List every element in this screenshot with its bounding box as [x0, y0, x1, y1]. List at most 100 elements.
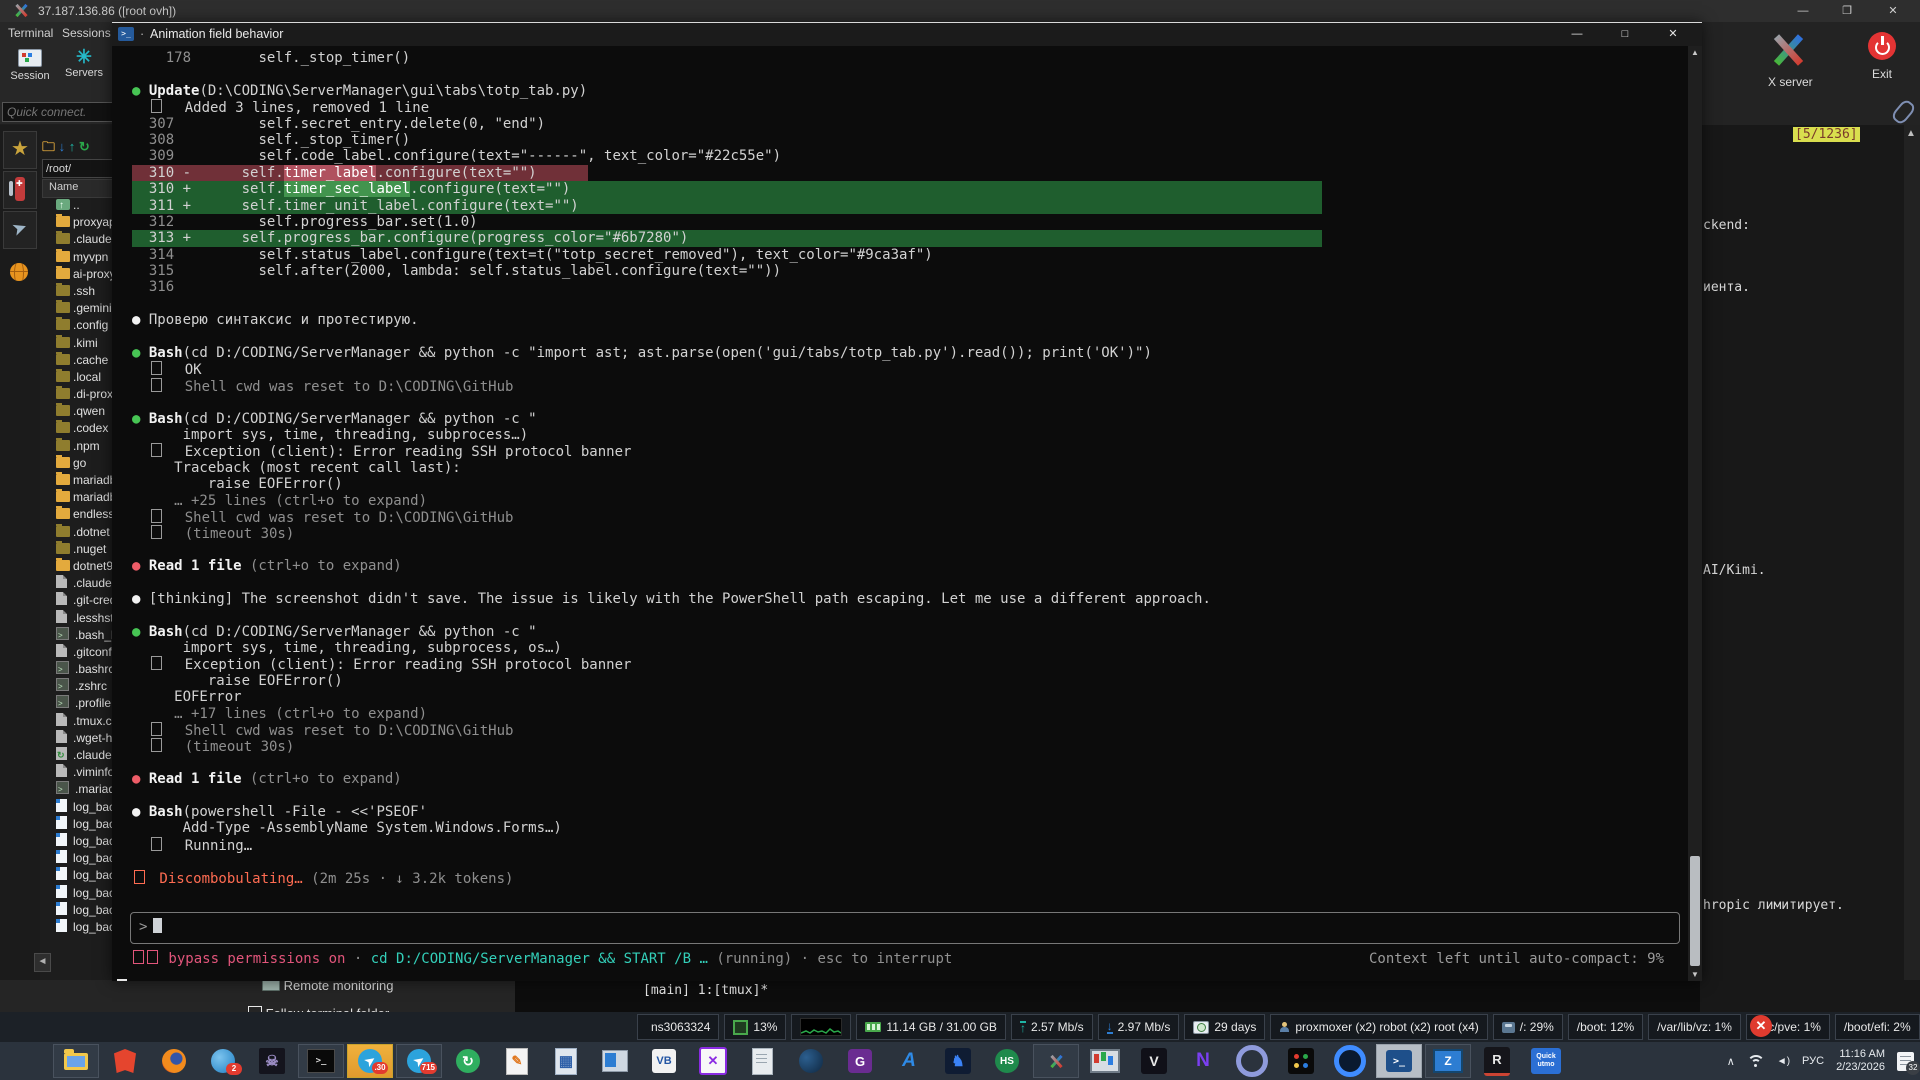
- minimize-button[interactable]: —: [1560, 23, 1594, 46]
- file-row[interactable]: .profile: [42, 695, 112, 712]
- sidebar-tab-sftp[interactable]: ➤: [3, 211, 37, 249]
- file-row[interactable]: .wget-hst: [42, 730, 112, 747]
- file-row[interactable]: .claude.js: [42, 575, 112, 592]
- minimize-button[interactable]: —: [1786, 0, 1820, 22]
- file-row[interactable]: log_backu: [42, 885, 112, 902]
- g-app[interactable]: G: [837, 1044, 883, 1078]
- file-panel-scroll-left[interactable]: ◄: [34, 953, 51, 972]
- files-column-header[interactable]: Name: [42, 179, 112, 198]
- file-row[interactable]: .zshrc: [42, 678, 112, 695]
- file-row[interactable]: .di-proxy: [42, 386, 112, 403]
- file-row[interactable]: .claude: [42, 231, 112, 248]
- telegram[interactable]: ➤715: [396, 1044, 442, 1078]
- file-row[interactable]: go: [42, 455, 112, 472]
- sidebar-tab-tools[interactable]: [3, 171, 37, 209]
- file-row[interactable]: .nuget: [42, 541, 112, 558]
- firefox-browser[interactable]: [151, 1044, 197, 1078]
- notion-app[interactable]: N: [1180, 1044, 1226, 1078]
- file-row[interactable]: .claude.js: [42, 747, 112, 764]
- download-icon[interactable]: ↓: [59, 139, 66, 154]
- mobaxterm-taskbar[interactable]: [1033, 1044, 1079, 1078]
- calculator[interactable]: ▦: [543, 1044, 589, 1078]
- file-row[interactable]: .dotnet: [42, 524, 112, 541]
- file-row[interactable]: log_backu: [42, 902, 112, 919]
- sidebar-tab-favorites[interactable]: ★: [3, 131, 37, 169]
- right-pane-scrollbar[interactable]: ▲ ∨: [1904, 125, 1920, 1012]
- command-prompt[interactable]: >_: [298, 1044, 344, 1078]
- file-row[interactable]: dotnet9: [42, 558, 112, 575]
- file-row[interactable]: ..: [42, 197, 112, 214]
- exit-button[interactable]: Exit: [1868, 32, 1896, 81]
- file-row[interactable]: .lesshst: [42, 610, 112, 627]
- sidebar-tab-network[interactable]: [3, 255, 35, 291]
- file-row[interactable]: .bash_his: [42, 627, 112, 644]
- vb-app[interactable]: VB: [641, 1044, 687, 1078]
- file-row[interactable]: proxyapis: [42, 214, 112, 231]
- file-row[interactable]: .cache: [42, 352, 112, 369]
- file-row[interactable]: mariadb-c: [42, 489, 112, 506]
- messenger-app[interactable]: 2: [200, 1044, 246, 1078]
- file-row[interactable]: ai-proxy-: [42, 266, 112, 283]
- file-row[interactable]: .git-crede: [42, 592, 112, 609]
- brave-browser[interactable]: [102, 1044, 148, 1078]
- window-app[interactable]: [592, 1044, 638, 1078]
- design-app[interactable]: ✕: [690, 1044, 736, 1078]
- file-row[interactable]: .codex: [42, 420, 112, 437]
- quick-utmo-app[interactable]: Quickutmo: [1523, 1044, 1569, 1078]
- path-input[interactable]: [42, 159, 112, 178]
- clock[interactable]: 11:16 AM 2/23/2026: [1836, 1048, 1885, 1074]
- file-row[interactable]: .ssh: [42, 283, 112, 300]
- file-row[interactable]: endlessh: [42, 506, 112, 523]
- wifi-icon[interactable]: [1747, 1055, 1765, 1068]
- menu-terminal[interactable]: Terminal: [8, 26, 53, 40]
- start-button[interactable]: [4, 1044, 50, 1078]
- dots-app[interactable]: [1278, 1044, 1324, 1078]
- scrollbar-thumb[interactable]: [1690, 856, 1700, 966]
- file-row[interactable]: .kimi: [42, 335, 112, 352]
- notes-app[interactable]: [739, 1044, 785, 1078]
- tray-chevron-icon[interactable]: ∧: [1727, 1055, 1735, 1068]
- thunderbird[interactable]: [788, 1044, 834, 1078]
- copilot-app[interactable]: [1229, 1044, 1275, 1078]
- file-row[interactable]: .local: [42, 369, 112, 386]
- file-row[interactable]: .gitconfig: [42, 644, 112, 661]
- x-server-button[interactable]: X server: [1768, 30, 1813, 89]
- blue-creature-app[interactable]: ♞: [935, 1044, 981, 1078]
- mr-app[interactable]: R: [1474, 1044, 1520, 1078]
- v-app[interactable]: V: [1131, 1044, 1177, 1078]
- scroll-up-icon[interactable]: ▲: [1691, 48, 1699, 57]
- close-button[interactable]: ✕: [1876, 0, 1910, 22]
- file-row[interactable]: .viminfo: [42, 764, 112, 781]
- refresh-icon[interactable]: ↻: [79, 139, 90, 154]
- z-monitor-app[interactable]: Z: [1425, 1044, 1471, 1078]
- file-row[interactable]: log_backu: [42, 833, 112, 850]
- monitor-chart-app[interactable]: [1082, 1044, 1128, 1078]
- scroll-up-icon[interactable]: ▲: [1906, 128, 1916, 139]
- notification-center-icon[interactable]: 32: [1897, 1052, 1914, 1071]
- file-explorer[interactable]: [53, 1044, 99, 1078]
- statusbar-close-button[interactable]: ✕: [1750, 1015, 1772, 1037]
- file-row[interactable]: log_backu: [42, 816, 112, 833]
- prompt-input-box[interactable]: >: [130, 912, 1680, 944]
- file-row[interactable]: log_backu: [42, 799, 112, 816]
- hs-app[interactable]: HS: [984, 1044, 1030, 1078]
- servers-button[interactable]: ✳ Servers: [58, 49, 110, 79]
- file-row[interactable]: .mariadb_: [42, 781, 112, 798]
- file-row[interactable]: .tmux.con: [42, 713, 112, 730]
- maximize-button[interactable]: □: [1608, 23, 1642, 46]
- menu-sessions[interactable]: Sessions: [62, 26, 111, 40]
- telegram-active[interactable]: ➤.30: [347, 1044, 393, 1078]
- claude-titlebar[interactable]: >_ · Animation field behavior — □ ✕: [112, 23, 1702, 46]
- claude-scrollbar[interactable]: ▲ ▼: [1688, 46, 1702, 981]
- terminal-content[interactable]: 178 self._stop_timer()● Update(D:\CODING…: [112, 46, 1688, 981]
- file-row[interactable]: .bashrc: [42, 661, 112, 678]
- file-row[interactable]: .gemini: [42, 300, 112, 317]
- file-row[interactable]: log_backu: [42, 867, 112, 884]
- file-row[interactable]: .qwen: [42, 403, 112, 420]
- scroll-down-icon[interactable]: ▼: [1691, 970, 1699, 979]
- file-row[interactable]: mariadb-i: [42, 472, 112, 489]
- restore-button[interactable]: ❐: [1830, 0, 1864, 22]
- session-button[interactable]: Session: [4, 49, 56, 82]
- file-row[interactable]: log_backu: [42, 919, 112, 936]
- sync-app[interactable]: ↻: [445, 1044, 491, 1078]
